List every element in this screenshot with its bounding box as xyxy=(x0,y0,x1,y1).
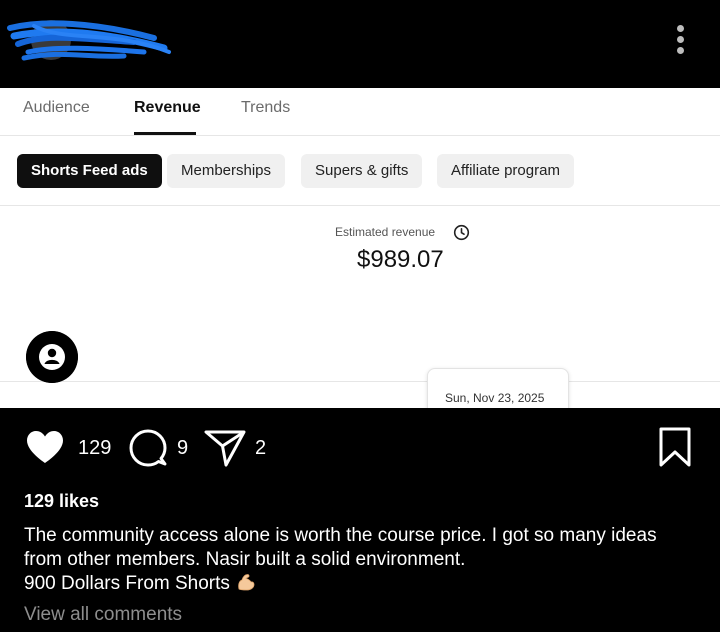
chart-date-tooltip: Sun, Nov 23, 2025 xyxy=(427,368,569,408)
chip-memberships[interactable]: Memberships xyxy=(167,154,286,188)
chip-supers-gifts[interactable]: Supers & gifts xyxy=(301,154,423,188)
active-tab-indicator xyxy=(134,132,196,135)
clock-icon[interactable] xyxy=(453,224,470,241)
post-image: Audience Revenue Trends Shorts Feed ads … xyxy=(0,88,720,408)
share-icon[interactable] xyxy=(204,429,246,467)
view-all-comments-link[interactable]: View all comments xyxy=(24,604,182,626)
flexed-biceps-emoji-icon xyxy=(238,574,255,591)
chip-affiliate-program[interactable]: Affiliate program xyxy=(437,154,574,188)
caption-line: from other members. Nasir built a solid … xyxy=(24,549,466,570)
caption-line: The community access alone is worth the … xyxy=(24,525,657,546)
comment-count: 9 xyxy=(177,437,189,459)
revenue-source-chips: Shorts Feed ads Memberships Supers & gif… xyxy=(0,136,720,206)
tab-revenue[interactable]: Revenue xyxy=(134,99,201,117)
share-count: 2 xyxy=(255,437,267,459)
post-header xyxy=(0,0,720,88)
tab-trends[interactable]: Trends xyxy=(241,99,290,117)
comment-icon[interactable] xyxy=(128,428,168,468)
more-options-button[interactable] xyxy=(668,22,692,56)
like-count: 129 xyxy=(78,437,112,459)
bookmark-icon[interactable] xyxy=(658,426,692,468)
estimated-revenue-value: $989.07 xyxy=(357,246,444,273)
redacted-username-scribble xyxy=(7,20,171,61)
avatar[interactable] xyxy=(26,331,78,383)
chart-baseline xyxy=(0,381,720,382)
tab-audience[interactable]: Audience xyxy=(23,99,90,117)
caption-line: 900 Dollars From Shorts xyxy=(24,572,704,596)
estimated-revenue-label: Estimated revenue xyxy=(335,225,436,239)
caption-line-text: 900 Dollars From Shorts xyxy=(24,573,230,594)
more-vertical-icon xyxy=(676,25,684,32)
likes-count-text[interactable]: 129 likes xyxy=(24,491,99,512)
post-actions: 129 9 2 xyxy=(0,408,720,488)
chip-shorts-feed-ads[interactable]: Shorts Feed ads xyxy=(17,154,162,188)
tooltip-date: Sun, Nov 23, 2025 xyxy=(445,391,545,405)
heart-icon[interactable] xyxy=(26,430,64,464)
post-caption: The community access alone is worth the … xyxy=(24,524,704,596)
analytics-tabs: Audience Revenue Trends xyxy=(0,88,720,136)
